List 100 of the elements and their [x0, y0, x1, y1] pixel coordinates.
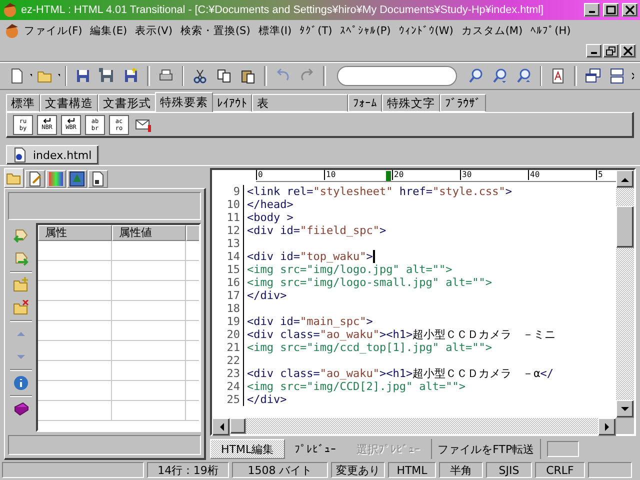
down-arrow-icon[interactable]	[621, 406, 629, 412]
tab[interactable]: 特殊要素	[155, 92, 213, 112]
tab[interactable]: ﾚｲｱｳﾄ	[212, 94, 252, 112]
table-cell[interactable]	[38, 401, 112, 421]
table-cell[interactable]	[112, 261, 186, 281]
column-header[interactable]: 属性	[38, 225, 112, 241]
app-logo-icon	[4, 23, 20, 39]
code-editor[interactable]	[210, 168, 636, 436]
menu-item[interactable]: ｽﾍﾟｼｬﾙ(P)	[336, 23, 395, 39]
caret-icon[interactable]	[30, 74, 32, 78]
menu-item[interactable]: ﾍﾙﾌﾟ(H)	[526, 23, 575, 39]
return-arrow-icon	[66, 118, 76, 124]
line-number: 12	[212, 224, 244, 237]
code-line: <img src="img/logo.jpg" alt="">	[246, 263, 452, 276]
search-icon	[492, 68, 508, 84]
document-tab[interactable]: index.html	[6, 145, 99, 165]
status-field: 1508 バイト	[232, 462, 328, 478]
status-field: 半角	[439, 462, 483, 478]
document-icon	[13, 147, 27, 163]
menu-item[interactable]: 検索・置換(S)	[176, 22, 254, 40]
scrollbar-corner	[616, 418, 634, 434]
close-icon	[624, 5, 636, 15]
panel-tab[interactable]	[25, 170, 45, 188]
resize-grip	[588, 462, 632, 478]
tab[interactable]: ﾌﾞﾗｳｻﾞ	[440, 94, 486, 112]
restore-button[interactable]	[603, 44, 619, 58]
save-all-icon	[99, 68, 116, 84]
line-number: 18	[212, 302, 244, 315]
table-cell[interactable]	[38, 281, 112, 301]
status-field: HTML	[388, 462, 436, 478]
code-line: </head>	[246, 198, 294, 211]
up-arrow-icon[interactable]	[621, 176, 629, 182]
table-cell[interactable]	[38, 381, 112, 401]
code-line: </div>	[246, 289, 287, 302]
table-cell[interactable]	[38, 341, 112, 361]
chevron-icon[interactable]	[632, 72, 634, 80]
table-cell[interactable]	[112, 361, 186, 381]
panel-tab[interactable]	[88, 170, 108, 188]
restore-icon	[605, 46, 617, 56]
code-line: <div id="main_spc">	[246, 315, 373, 328]
close-button[interactable]	[620, 44, 636, 58]
close-button[interactable]	[622, 3, 638, 17]
minimize-button[interactable]	[584, 3, 600, 17]
column-header[interactable]: 属性値	[112, 225, 186, 241]
panel-tab[interactable]	[46, 170, 66, 188]
view-tab[interactable]: ﾌﾟﾚﾋﾞｭｰ	[284, 439, 347, 459]
horizontal-scrollbar[interactable]	[212, 418, 634, 434]
view-tab[interactable]: HTML編集	[210, 439, 285, 459]
scrollbar-thumb[interactable]	[230, 418, 246, 434]
table-cell[interactable]	[112, 341, 186, 361]
ftp-transfer-button[interactable]: ファイルをFTP転送	[430, 439, 542, 459]
menu-item[interactable]: 標準(I)	[254, 22, 296, 40]
right-arrow-icon[interactable]	[604, 423, 610, 431]
line-number: 13	[212, 237, 244, 250]
table-cell[interactable]	[38, 261, 112, 281]
tab[interactable]: 標準	[6, 94, 40, 112]
table-cell[interactable]	[38, 361, 112, 381]
panel-tab[interactable]	[67, 170, 87, 188]
search-field[interactable]	[336, 66, 456, 86]
table-cell[interactable]	[112, 401, 186, 421]
ruler-number: 20	[392, 170, 404, 180]
ruler-number: 30	[460, 170, 472, 180]
line-number: 20	[212, 328, 244, 341]
tab[interactable]: 表	[252, 94, 348, 112]
table-cell[interactable]	[38, 301, 112, 321]
menu-item[interactable]: 編集(E)	[86, 22, 132, 40]
caret-icon[interactable]	[58, 74, 60, 78]
menu-item[interactable]: ファイル(F)	[20, 22, 86, 40]
minimize-button[interactable]	[586, 44, 602, 58]
left-arrow-icon[interactable]	[218, 423, 224, 431]
column-header[interactable]	[186, 225, 199, 241]
ruler-number: 40	[528, 170, 540, 180]
tab[interactable]: 文書構造	[40, 94, 98, 112]
line-number: 11	[212, 211, 244, 224]
scrollbar-thumb[interactable]	[616, 206, 634, 248]
copy-icon	[216, 68, 232, 84]
ruler-number: 5	[596, 170, 603, 180]
tab[interactable]: ﾌｫｰﾑ	[348, 94, 382, 112]
folder-add-icon	[13, 277, 29, 293]
table-cell[interactable]	[112, 321, 186, 341]
line-number: 23	[212, 367, 244, 380]
vertical-scrollbar[interactable]	[616, 170, 634, 418]
code-line: <div id="top_waku">	[246, 250, 373, 263]
table-cell[interactable]	[112, 301, 186, 321]
image-icon	[69, 171, 85, 187]
line-number: 19	[212, 315, 244, 328]
code-line: <img src="img/logo-small.jpg" alt="">	[246, 276, 492, 289]
table-cell[interactable]	[112, 241, 186, 261]
menu-item[interactable]: カスタム(M)	[457, 22, 527, 40]
table-cell[interactable]	[112, 281, 186, 301]
maximize-button[interactable]	[603, 3, 619, 17]
menu-item[interactable]: 表示(V)	[131, 22, 176, 40]
table-cell[interactable]	[112, 381, 186, 401]
tab[interactable]: 文書形式	[98, 94, 156, 112]
menu-item[interactable]: ｳｨﾝﾄﾞｳ(W)	[394, 23, 458, 39]
tab[interactable]: 特殊文字	[382, 94, 440, 112]
menu-item[interactable]: ﾀｸﾞ(T)	[296, 23, 336, 39]
max-icon	[605, 5, 617, 15]
table-cell[interactable]	[38, 321, 112, 341]
table-cell[interactable]	[38, 241, 112, 261]
